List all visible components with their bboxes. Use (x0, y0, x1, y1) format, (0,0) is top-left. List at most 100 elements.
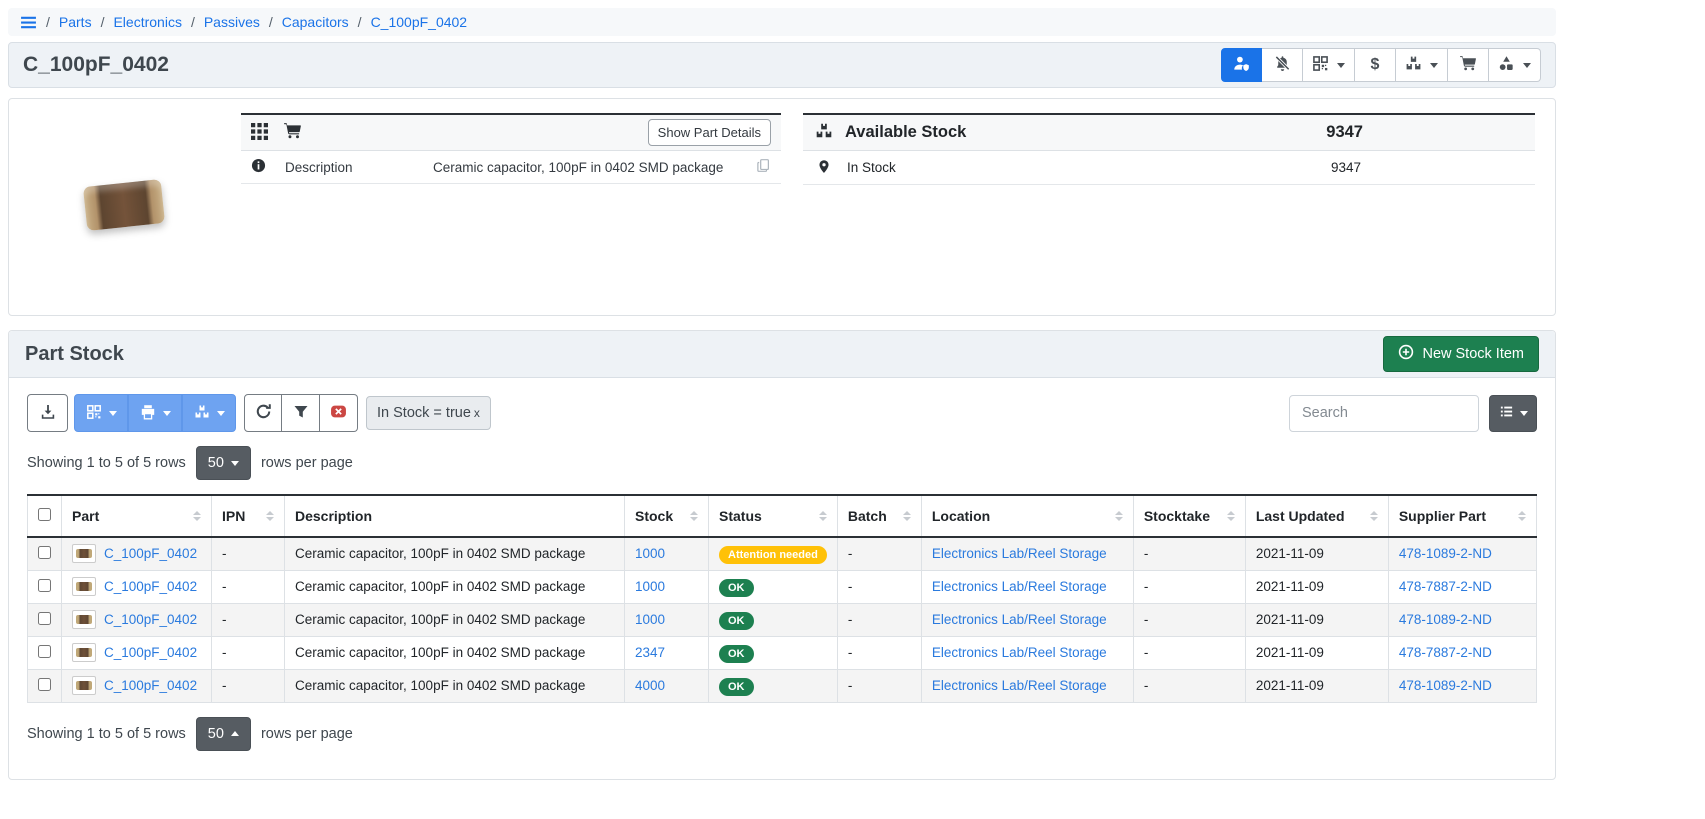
active-filter-chip[interactable]: In Stock = true x (366, 396, 491, 430)
breadcrumb-item-capacitors[interactable]: Capacitors (282, 14, 349, 30)
breadcrumb-item-passives[interactable]: Passives (204, 14, 260, 30)
part-link[interactable]: C_100pF_0402 (104, 579, 197, 594)
notifications-off-button[interactable] (1262, 48, 1303, 82)
breadcrumb-item-parts[interactable]: Parts (59, 14, 92, 30)
row-checkbox[interactable] (38, 579, 51, 592)
cart-icon[interactable] (284, 122, 302, 143)
pricing-button[interactable]: $ (1355, 48, 1396, 82)
shapes-icon (1498, 55, 1515, 75)
column-header-supplier-part[interactable]: Supplier Part (1388, 495, 1536, 537)
select-all-checkbox[interactable] (38, 508, 51, 521)
column-header-ipn[interactable]: IPN (212, 495, 285, 537)
available-stock-total: 9347 (1326, 123, 1363, 142)
column-header-stock[interactable]: Stock (625, 495, 709, 537)
columns-button[interactable] (1489, 395, 1537, 432)
page-size-value: 50 (208, 726, 224, 742)
stock-link[interactable]: 2347 (635, 645, 665, 660)
barcode-actions-dropdown[interactable] (74, 394, 128, 432)
part-link[interactable]: C_100pF_0402 (104, 645, 197, 660)
subscribe-user-shield-button[interactable] (1221, 48, 1262, 82)
column-header-description[interactable]: Description (285, 495, 625, 537)
page-size-dropdown[interactable]: 50 (196, 717, 251, 751)
part-thumbnail[interactable] (72, 544, 96, 563)
part-thumbnail[interactable] (72, 643, 96, 662)
supplier-part-link[interactable]: 478-1089-2-ND (1399, 678, 1492, 693)
description-row: Description Ceramic capacitor, 100pF in … (241, 151, 781, 184)
breadcrumb-item-electronics[interactable]: Electronics (113, 14, 181, 30)
grid-icon[interactable] (251, 123, 268, 143)
ipn-cell: - (212, 669, 285, 702)
download-button[interactable] (27, 394, 68, 432)
last-updated-cell: 2021-11-09 (1245, 603, 1388, 636)
stock-actions-dropdown[interactable] (182, 394, 236, 432)
part-link[interactable]: C_100pF_0402 (104, 546, 197, 561)
supplier-part-link[interactable]: 478-1089-2-ND (1399, 612, 1492, 627)
filter-chip-remove[interactable]: x (474, 406, 480, 420)
refresh-button[interactable] (244, 394, 282, 432)
showing-rows-text: Showing 1 to 5 of 5 rows (27, 455, 186, 471)
search-input[interactable] (1289, 395, 1479, 432)
part-image[interactable] (29, 113, 219, 297)
supplier-part-link[interactable]: 478-7887-2-ND (1399, 645, 1492, 660)
ipn-cell: - (212, 603, 285, 636)
table-row: C_100pF_0402 - Ceramic capacitor, 100pF … (28, 537, 1537, 570)
copy-icon[interactable] (756, 158, 771, 176)
location-link[interactable]: Electronics Lab/Reel Storage (932, 678, 1107, 693)
rows-per-page-text: rows per page (261, 726, 353, 742)
column-header-part[interactable]: Part (62, 495, 212, 537)
status-badge: Attention needed (719, 546, 827, 564)
part-thumbnail[interactable] (72, 676, 96, 695)
part-thumbnail[interactable] (72, 577, 96, 596)
stock-boxes-icon (815, 122, 833, 143)
toolbar-filter-group (244, 394, 358, 432)
supplier-part-link[interactable]: 478-1089-2-ND (1399, 546, 1492, 561)
row-checkbox[interactable] (38, 678, 51, 691)
stock-actions-button[interactable] (1396, 48, 1448, 82)
stock-link[interactable]: 1000 (635, 612, 665, 627)
column-header-stocktake[interactable]: Stocktake (1133, 495, 1245, 537)
in-stock-label: In Stock (847, 160, 896, 175)
print-actions-dropdown[interactable] (128, 394, 182, 432)
clear-filters-button[interactable] (320, 394, 358, 432)
batch-cell: - (837, 570, 921, 603)
part-link[interactable]: C_100pF_0402 (104, 678, 197, 693)
page-size-dropdown[interactable]: 50 (196, 446, 251, 480)
cart-icon (1460, 55, 1477, 75)
row-checkbox[interactable] (38, 546, 51, 559)
breadcrumb-separator: / (101, 14, 105, 30)
remove-filter-icon (330, 403, 347, 423)
breadcrumb-item-current-part[interactable]: C_100pF_0402 (371, 14, 468, 30)
part-link[interactable]: C_100pF_0402 (104, 612, 197, 627)
table-row: C_100pF_0402 - Ceramic capacitor, 100pF … (28, 570, 1537, 603)
sort-icon (811, 511, 827, 521)
stock-link[interactable]: 1000 (635, 546, 665, 561)
toolbar-right (1289, 395, 1537, 432)
location-link[interactable]: Electronics Lab/Reel Storage (932, 546, 1107, 561)
location-link[interactable]: Electronics Lab/Reel Storage (932, 579, 1107, 594)
show-part-details-button[interactable]: Show Part Details (648, 119, 771, 146)
select-all-header (28, 495, 62, 537)
ipn-cell: - (212, 537, 285, 570)
sort-icon (258, 511, 274, 521)
column-header-status[interactable]: Status (709, 495, 838, 537)
stock-link[interactable]: 4000 (635, 678, 665, 693)
filter-button[interactable] (282, 394, 320, 432)
order-actions-button[interactable] (1448, 48, 1489, 82)
supplier-part-link[interactable]: 478-7887-2-ND (1399, 579, 1492, 594)
barcode-actions-button[interactable] (1303, 48, 1355, 82)
column-header-batch[interactable]: Batch (837, 495, 921, 537)
page-size-value: 50 (208, 455, 224, 471)
new-stock-item-button[interactable]: New Stock Item (1383, 336, 1539, 372)
column-header-location[interactable]: Location (921, 495, 1133, 537)
location-link[interactable]: Electronics Lab/Reel Storage (932, 645, 1107, 660)
batch-cell: - (837, 603, 921, 636)
description-cell: Ceramic capacitor, 100pF in 0402 SMD pac… (285, 603, 625, 636)
location-link[interactable]: Electronics Lab/Reel Storage (932, 612, 1107, 627)
menu-icon[interactable] (20, 14, 37, 31)
part-actions-button[interactable] (1489, 48, 1541, 82)
row-checkbox[interactable] (38, 612, 51, 625)
column-header-last-updated[interactable]: Last Updated (1245, 495, 1388, 537)
part-thumbnail[interactable] (72, 610, 96, 629)
row-checkbox[interactable] (38, 645, 51, 658)
stock-link[interactable]: 1000 (635, 579, 665, 594)
